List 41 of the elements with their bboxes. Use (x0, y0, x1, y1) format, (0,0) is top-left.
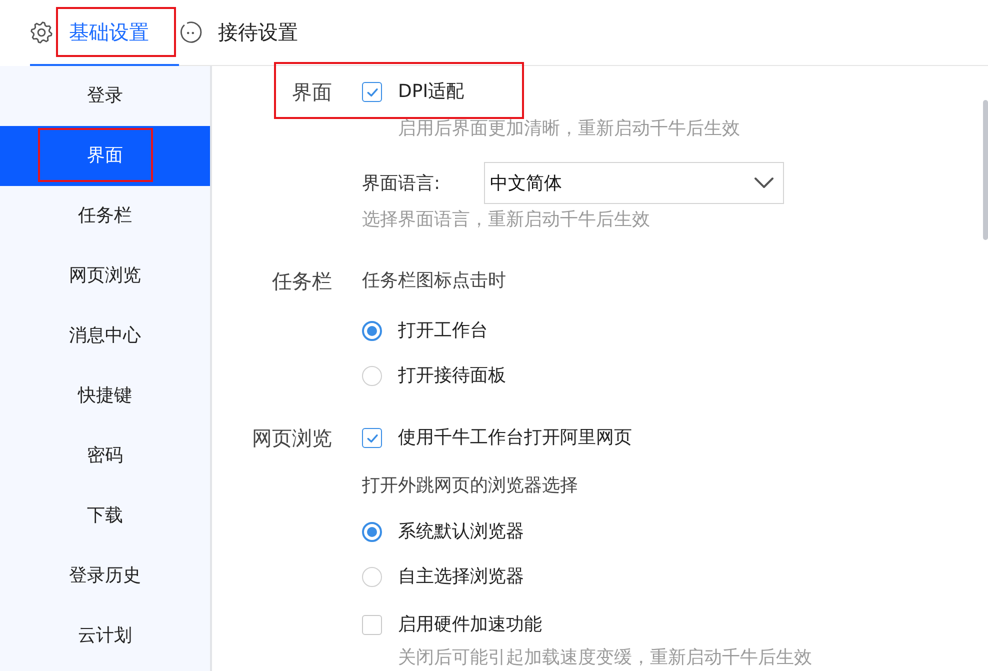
sidebar-item[interactable]: 登录历史 (0, 546, 210, 606)
dropdown-select[interactable]: 中文简体 (484, 162, 784, 204)
scrollbar-thumb[interactable] (983, 100, 988, 240)
sidebar-item[interactable]: 云计划 (0, 606, 210, 666)
sidebar-item[interactable]: 密码 (0, 426, 210, 486)
sidebar-item[interactable]: 下载 (0, 486, 210, 546)
chevron-down-icon (754, 177, 774, 189)
sidebar-item[interactable]: 快捷键 (0, 366, 210, 426)
field-label: 界面语言: (362, 172, 442, 195)
section-label: 网页浏览 (251, 425, 332, 452)
checkbox[interactable] (362, 428, 382, 448)
section-label: 界面 (291, 79, 332, 106)
radio-button[interactable] (362, 321, 382, 341)
checkbox-label[interactable]: DPI适配 (398, 80, 464, 104)
tab[interactable]: 接待设置 (179, 0, 328, 66)
tick-icon (366, 86, 378, 98)
radio-button[interactable] (362, 366, 382, 386)
radio-button[interactable] (362, 567, 382, 587)
gear-icon (30, 20, 53, 44)
radio-label[interactable]: 自主选择浏览器 (398, 565, 524, 589)
sidebar-item[interactable]: 任务栏 (0, 186, 210, 246)
sidebar-item[interactable]: 消息中心 (0, 306, 210, 366)
option-caption: 任务栏图标点击时 (362, 269, 506, 293)
sidebar-item[interactable]: 界面 (0, 126, 210, 186)
option-caption: 打开外跳网页的浏览器选择 (362, 474, 578, 498)
checkbox-label[interactable]: 使用千牛工作台打开阿里网页 (398, 426, 632, 450)
radio-button[interactable] (362, 522, 382, 542)
radio-label[interactable]: 打开接待面板 (398, 364, 506, 388)
hint-text: 关闭后可能引起加载速度变缓，重新启动千牛后生效 (398, 647, 812, 669)
sidebar-item[interactable]: 登录 (0, 66, 210, 126)
checkbox[interactable] (362, 615, 382, 635)
tick-icon (366, 432, 378, 444)
checkbox[interactable] (362, 82, 382, 102)
section-label: 任务栏 (271, 268, 332, 295)
checkbox-label[interactable]: 启用硬件加速功能 (398, 613, 542, 637)
face-icon (179, 20, 202, 44)
hint-text: 选择界面语言，重新启动千牛后生效 (362, 209, 650, 231)
sidebar-item[interactable]: 网页浏览 (0, 246, 210, 306)
radio-label[interactable]: 打开工作台 (398, 319, 488, 343)
radio-label[interactable]: 系统默认浏览器 (398, 520, 524, 544)
hint-text: 启用后界面更加清晰，重新启动千牛后生效 (398, 118, 740, 140)
